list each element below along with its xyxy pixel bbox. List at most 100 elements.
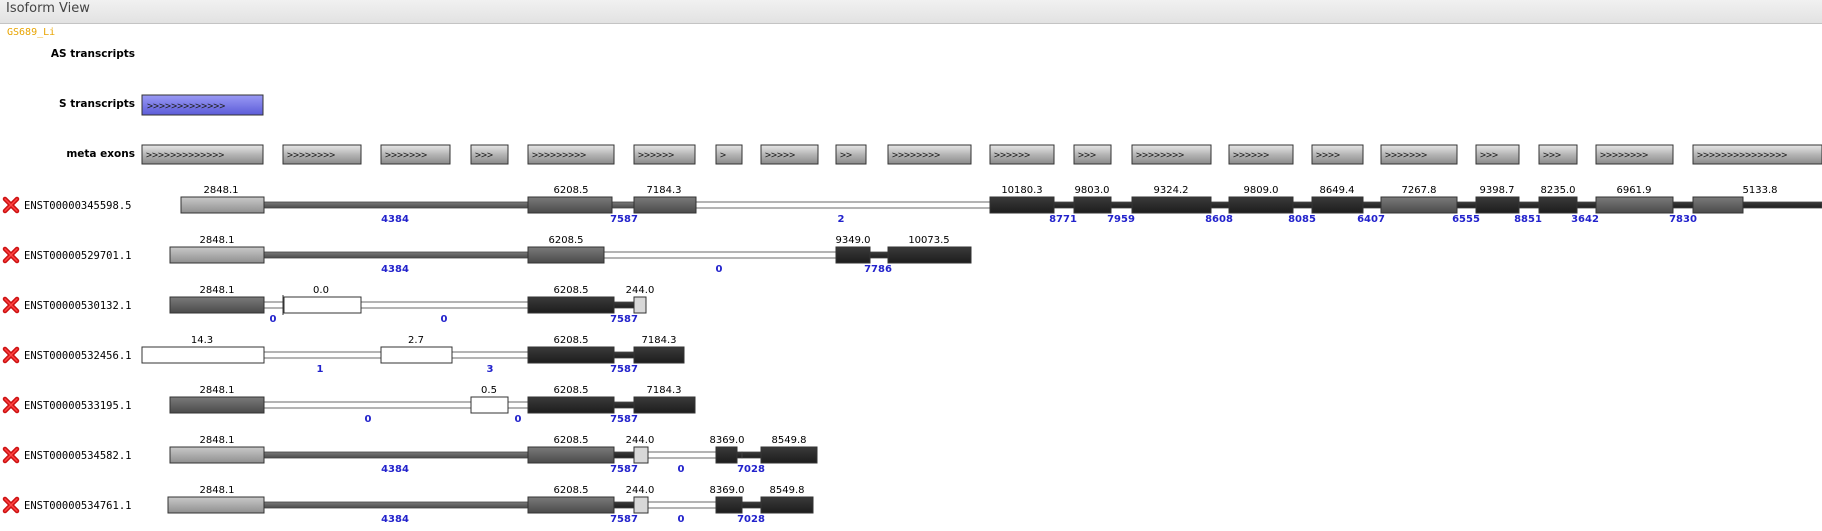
exon-value-label: 6208.5: [554, 435, 589, 446]
transcript-row[interactable]: ENST00000345598.5 2848.1 6208.5 7184.3 10180…: [2, 185, 1822, 225]
exon-block[interactable]: [633, 346, 685, 364]
exon-block[interactable]: [167, 496, 265, 514]
intron-value-label: 7028: [737, 464, 765, 475]
exon-block[interactable]: [633, 446, 649, 464]
meta-exon[interactable]: >>>>>>>>>: [527, 144, 615, 165]
exon-block[interactable]: [633, 196, 697, 214]
exon-block[interactable]: [1131, 196, 1212, 214]
exon-block[interactable]: [1595, 196, 1674, 214]
exon-block[interactable]: [1538, 196, 1578, 214]
intron-value-label: 0: [365, 414, 372, 425]
exon-block[interactable]: [633, 496, 649, 514]
exon-value-label: 0.0: [313, 285, 329, 296]
exon-block[interactable]: [760, 496, 814, 514]
meta-exon[interactable]: >>>: [1475, 144, 1520, 165]
exon-value-label: 6208.5: [554, 185, 589, 196]
remove-transcript-icon[interactable]: [2, 296, 20, 314]
transcript-row[interactable]: ENST00000534582.1 2848.1 6208.5 244.0 8369.0…: [2, 435, 818, 475]
remove-transcript-icon[interactable]: [2, 346, 20, 364]
transcript-row[interactable]: ENST00000529701.1 2848.1 6208.5 9349.0 10073…: [2, 235, 972, 275]
meta-exon[interactable]: >>>>>>>>: [887, 144, 972, 165]
meta-exon[interactable]: >>>>>>>: [1380, 144, 1458, 165]
meta-exon-chevrons: >>>>>>>: [385, 150, 427, 161]
exon-block[interactable]: [141, 346, 265, 364]
meta-exon[interactable]: >: [715, 144, 743, 165]
meta-exon[interactable]: >>>>>>>>>>>>>: [141, 144, 264, 165]
intron-bar: [603, 251, 837, 259]
exon-block[interactable]: [527, 496, 615, 514]
meta-exon-chevrons: >: [720, 150, 726, 161]
intron-value-label: 7028: [737, 514, 765, 525]
exon-block[interactable]: [887, 246, 972, 264]
exon-block[interactable]: [180, 196, 265, 214]
exon-block[interactable]: [1228, 196, 1294, 214]
meta-exon[interactable]: >>>>>>>: [380, 144, 451, 165]
exon-block[interactable]: [527, 446, 615, 464]
meta-exon[interactable]: >>>: [1073, 144, 1112, 165]
exon-block[interactable]: [715, 496, 743, 514]
remove-transcript-icon[interactable]: [2, 196, 20, 214]
transcript-tracks: ENST00000345598.5 2848.1 6208.5 7184.3 10180…: [2, 185, 1822, 525]
exon-block[interactable]: [527, 246, 605, 264]
exon-block[interactable]: [470, 396, 509, 414]
exon-block[interactable]: [527, 196, 613, 214]
exon-value-label: 7184.3: [647, 385, 682, 396]
exon-block[interactable]: [1692, 196, 1744, 214]
meta-exon[interactable]: >>: [835, 144, 867, 165]
meta-exon[interactable]: >>>: [470, 144, 509, 165]
exon-value-label: 7267.8: [1402, 185, 1437, 196]
meta-exon[interactable]: >>>>>>: [989, 144, 1055, 165]
exon-block[interactable]: [380, 346, 453, 364]
exon-block[interactable]: [989, 196, 1055, 214]
intron-value-label: 7786: [864, 264, 892, 275]
meta-exon[interactable]: >>>>>>>>: [1131, 144, 1212, 165]
exon-block[interactable]: [633, 396, 696, 414]
intron-bar: [263, 501, 529, 509]
transcript-row[interactable]: ENST00000532456.1 14.3 2.7 6208.5 7184.3 1 3 75…: [2, 335, 685, 375]
exon-block[interactable]: [1475, 196, 1520, 214]
exon-block[interactable]: [1073, 196, 1112, 214]
transcript-row[interactable]: ENST00000530132.1 2848.1 0.0 6208.5 244.0 0 0 7…: [2, 285, 655, 325]
exon-block[interactable]: [633, 296, 647, 314]
meta-exon[interactable]: >>>>>>: [633, 144, 696, 165]
exon-block[interactable]: [835, 246, 871, 264]
meta-exon[interactable]: >>>>>>>>: [1595, 144, 1674, 165]
exon-block[interactable]: [283, 296, 362, 314]
exon-block[interactable]: [169, 396, 265, 414]
meta-exon[interactable]: >>>>>>>>>>>>>>>: [1692, 144, 1822, 165]
meta-exon[interactable]: >>>>: [1311, 144, 1364, 165]
intron-value-label: 0: [270, 314, 277, 325]
exon-value-label: 2848.1: [200, 285, 235, 296]
exon-block[interactable]: [1311, 196, 1364, 214]
meta-exon[interactable]: >>>>>>>>: [282, 144, 362, 165]
exon-block[interactable]: [527, 346, 615, 364]
exon-block[interactable]: [527, 296, 615, 314]
intron-value-label: 2: [838, 214, 845, 225]
meta-exon[interactable]: >>>>>>: [1228, 144, 1294, 165]
meta-exon[interactable]: >>>: [1538, 144, 1578, 165]
exon-value-label: 8369.0: [710, 485, 745, 496]
remove-transcript-icon[interactable]: [2, 246, 20, 264]
transcript-row[interactable]: ENST00000534761.1 2848.1 6208.5 244.0 8369.0…: [2, 485, 814, 525]
exon-value-label: 6208.5: [554, 335, 589, 346]
remove-transcript-icon[interactable]: [2, 446, 20, 464]
intron-bar: [645, 451, 717, 459]
exon-block[interactable]: [169, 296, 265, 314]
exon-block[interactable]: [1380, 196, 1458, 214]
transcript-row[interactable]: ENST00000533195.1 2848.1 0.5 6208.5 7184.3 0 0…: [2, 385, 696, 425]
exon-value-label: 9324.2: [1154, 185, 1189, 196]
intron-value-label: 7587: [610, 414, 638, 425]
exon-block[interactable]: [169, 446, 265, 464]
exon-block[interactable]: [169, 246, 265, 264]
exon-block[interactable]: [527, 396, 615, 414]
exon-value-label: 244.0: [626, 285, 655, 296]
remove-transcript-icon[interactable]: [2, 496, 20, 514]
exon-block[interactable]: [715, 446, 738, 464]
remove-transcript-icon[interactable]: [2, 396, 20, 414]
exon-block[interactable]: [760, 446, 818, 464]
exon-value-label: 8235.0: [1541, 185, 1576, 196]
meta-exon-chevrons: >>>>>>: [1233, 150, 1269, 161]
exon-value-label: 9809.0: [1244, 185, 1279, 196]
meta-exon[interactable]: >>>>>: [760, 144, 819, 165]
exon-value-label: 0.5: [481, 385, 497, 396]
